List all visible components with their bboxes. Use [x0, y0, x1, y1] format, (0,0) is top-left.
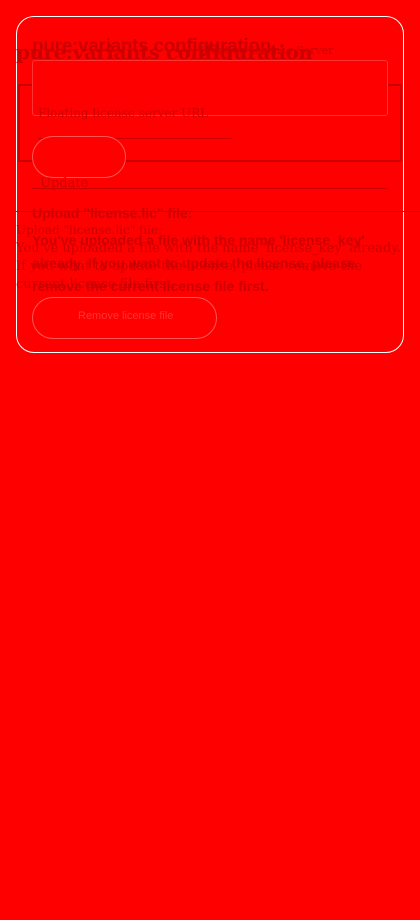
- section-divider: [32, 188, 388, 189]
- license-server-url-label: Floating license server URL: [38, 106, 209, 120]
- upload-message-overlay: You've uploaded a file with the name 'li…: [16, 241, 401, 292]
- page-subtitle: Floating License Server: [200, 44, 334, 57]
- remove-license-button-label: Remove license file: [78, 310, 174, 322]
- upload-heading: Upload "license.lic" file:: [32, 205, 193, 221]
- update-button[interactable]: [32, 136, 126, 178]
